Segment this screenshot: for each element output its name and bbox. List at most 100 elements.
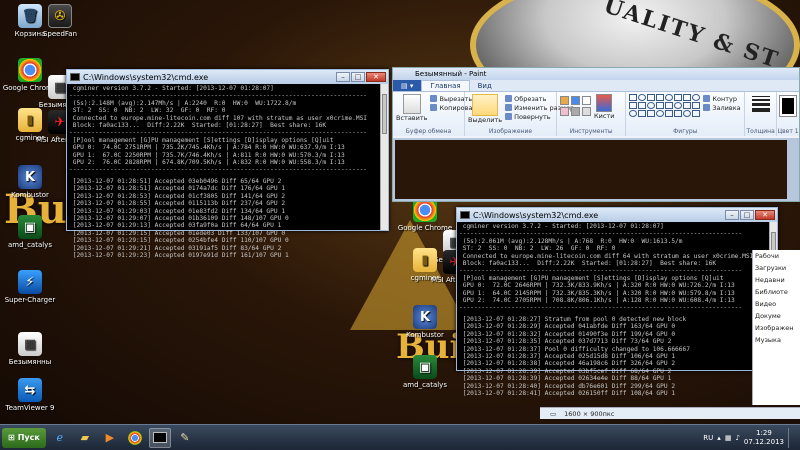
explorer-nav-item[interactable]: Видео (753, 298, 800, 310)
console-header-line: (5s):2.061M (avg):2.128Mh/s | A:768 R:0 … (459, 237, 683, 245)
paint-window[interactable]: Безымянный - Paint ▤ ▾ Главная Вид Встав… (392, 67, 800, 202)
tray-arrow-icon[interactable]: ▴ (717, 434, 721, 442)
explorer-nav-item[interactable]: Загрузки (753, 262, 800, 274)
maximize-button[interactable]: □ (351, 72, 365, 82)
taskbar-cmd-button[interactable] (148, 427, 171, 448)
explorer-nav-item[interactable]: Рабочи (753, 250, 800, 262)
eraser-icon[interactable] (560, 107, 569, 116)
cmd-scroll-thumb[interactable] (382, 94, 387, 134)
desktop-icon[interactable]: ▦ Безымянны (0, 332, 60, 366)
shape-icon[interactable] (638, 102, 647, 109)
shapes-gallery[interactable] (629, 94, 701, 117)
minimize-button[interactable]: – (725, 210, 739, 220)
desktop-icon[interactable]: ▣ amd_catalys (0, 215, 60, 249)
console-log-line: [2013-12-07 01:29:07] Accepted 01b36109 … (69, 214, 289, 222)
taskbar-explorer-button[interactable]: ▰ (74, 428, 96, 448)
cmd2-title-bar[interactable]: C:\Windows\system32\cmd.exe – □ ✕ (457, 208, 777, 222)
shape-icon[interactable] (674, 102, 683, 109)
color1-swatch[interactable] (779, 95, 797, 117)
minimize-button[interactable]: – (336, 72, 350, 82)
shape-icon[interactable] (665, 102, 674, 109)
maximize-button[interactable]: □ (740, 210, 754, 220)
paint-ribbon-tabs: ▤ ▾ Главная Вид (393, 80, 799, 92)
teamviewer-icon: ⇆ (18, 378, 42, 402)
clock[interactable]: 1:29 07.12.2013 (744, 429, 784, 447)
cmd-window-2[interactable]: C:\Windows\system32\cmd.exe – □ ✕ cgmine… (456, 207, 778, 397)
resize-icon (505, 104, 513, 111)
cmd-scrollbar[interactable] (380, 84, 388, 230)
shape-icon[interactable] (647, 102, 656, 109)
shape-icon[interactable] (629, 110, 638, 117)
shape-icon[interactable] (656, 94, 665, 101)
cmd2-console-output[interactable]: cgminer version 3.7.2 - Started: [2013-1… (457, 222, 777, 398)
pencil-icon[interactable] (560, 96, 569, 105)
cmd-window-1[interactable]: C:\Windows\system32\cmd.exe – □ ✕ cgmine… (66, 69, 389, 259)
desktop-icon-label: SpeedFan (42, 30, 78, 38)
paint-canvas[interactable] (395, 140, 787, 199)
taskbar-ie-button[interactable]: ℯ (49, 428, 71, 448)
shape-icon[interactable] (665, 110, 674, 117)
shape-icon[interactable] (665, 94, 674, 101)
desktop-icon[interactable]: ✇ SpeedFan (30, 4, 90, 38)
color-picker-icon[interactable] (571, 107, 580, 116)
explorer-nav-item[interactable]: Библиоте (753, 286, 800, 298)
shape-icon[interactable] (683, 110, 692, 117)
console-header-line: ST: 2 SS: 0 NB: 2 LW: 26 GF: 0 RF: 0 (459, 245, 616, 253)
explorer-nav-item[interactable]: Изображен (753, 322, 800, 334)
desktop-icon[interactable]: K Kombustor (0, 165, 60, 199)
volume-icon[interactable]: ♪ (735, 434, 739, 442)
explorer-nav-item[interactable]: Докуме (753, 310, 800, 322)
cmd-title-bar[interactable]: C:\Windows\system32\cmd.exe – □ ✕ (67, 70, 388, 84)
explorer-nav-item[interactable]: Музыка (753, 334, 800, 346)
paste-icon[interactable] (402, 94, 421, 114)
select-button[interactable]: Выделить (468, 116, 502, 124)
text-icon[interactable] (582, 96, 591, 105)
shape-icon[interactable] (674, 94, 683, 101)
start-button[interactable]: ⊞ Пуск (2, 427, 46, 448)
shape-icon[interactable] (692, 110, 701, 117)
shape-icon[interactable] (638, 110, 647, 117)
network-icon[interactable]: ▦ (725, 434, 732, 442)
shape-icon[interactable] (692, 94, 701, 101)
console-header-line: Connected to europe.mine-litecoin.com di… (69, 114, 368, 122)
select-icon[interactable] (472, 94, 499, 116)
taskbar-chrome-button[interactable] (124, 428, 146, 448)
close-button[interactable]: ✕ (755, 210, 775, 220)
scissors-icon (430, 95, 438, 102)
shape-icon[interactable] (647, 110, 656, 117)
outline-dropdown[interactable]: Контур (703, 94, 740, 103)
taskbar-media-button[interactable]: ▶ (99, 428, 121, 448)
desktop-icon[interactable]: ⚡ Super-Charger (0, 270, 60, 304)
shape-icon[interactable] (683, 102, 692, 109)
brushes-icon[interactable] (596, 94, 613, 112)
paste-button[interactable]: Вставить (396, 114, 427, 122)
console-log-line: [2013-12-07 01:28:39] Accepted 03bf5cef … (459, 367, 672, 375)
show-desktop-button[interactable] (788, 427, 794, 448)
tab-home[interactable]: Главная (421, 80, 470, 91)
shape-icon[interactable] (674, 110, 683, 117)
paint-title-bar[interactable]: Безымянный - Paint (393, 68, 799, 80)
size-icon[interactable] (751, 96, 770, 112)
shape-icon[interactable] (647, 94, 656, 101)
brushes-button[interactable]: Кисти (594, 112, 614, 120)
shape-icon[interactable] (656, 110, 665, 117)
fill-icon[interactable] (571, 96, 580, 105)
close-button[interactable]: ✕ (366, 72, 386, 82)
shape-icon[interactable] (692, 102, 701, 109)
clock-time: 1:29 (756, 428, 772, 437)
desktop-icon[interactable]: ⇆ TeamViewer 9 (0, 378, 60, 412)
magnifier-icon[interactable] (582, 107, 591, 116)
shape-icon[interactable] (629, 102, 638, 109)
paint-file-menu[interactable]: ▤ ▾ (393, 80, 422, 91)
shape-icon[interactable] (638, 94, 647, 101)
taskbar-paint-button[interactable]: ✎ (174, 428, 196, 448)
explorer-nav-item[interactable]: Недавни (753, 274, 800, 286)
cmd-console-output[interactable]: cgminer version 3.7.2 - Started: [2013-1… (67, 84, 388, 260)
shape-icon[interactable] (656, 102, 665, 109)
shape-icon[interactable] (683, 94, 692, 101)
console-log-line: [2013-12-07 01:29:23] Accepted 0197e91d … (69, 251, 289, 259)
fill-dropdown[interactable]: Заливка (703, 103, 741, 112)
language-indicator[interactable]: RU (703, 434, 713, 442)
shape-icon[interactable] (629, 94, 638, 101)
tab-view[interactable]: Вид (470, 82, 500, 90)
